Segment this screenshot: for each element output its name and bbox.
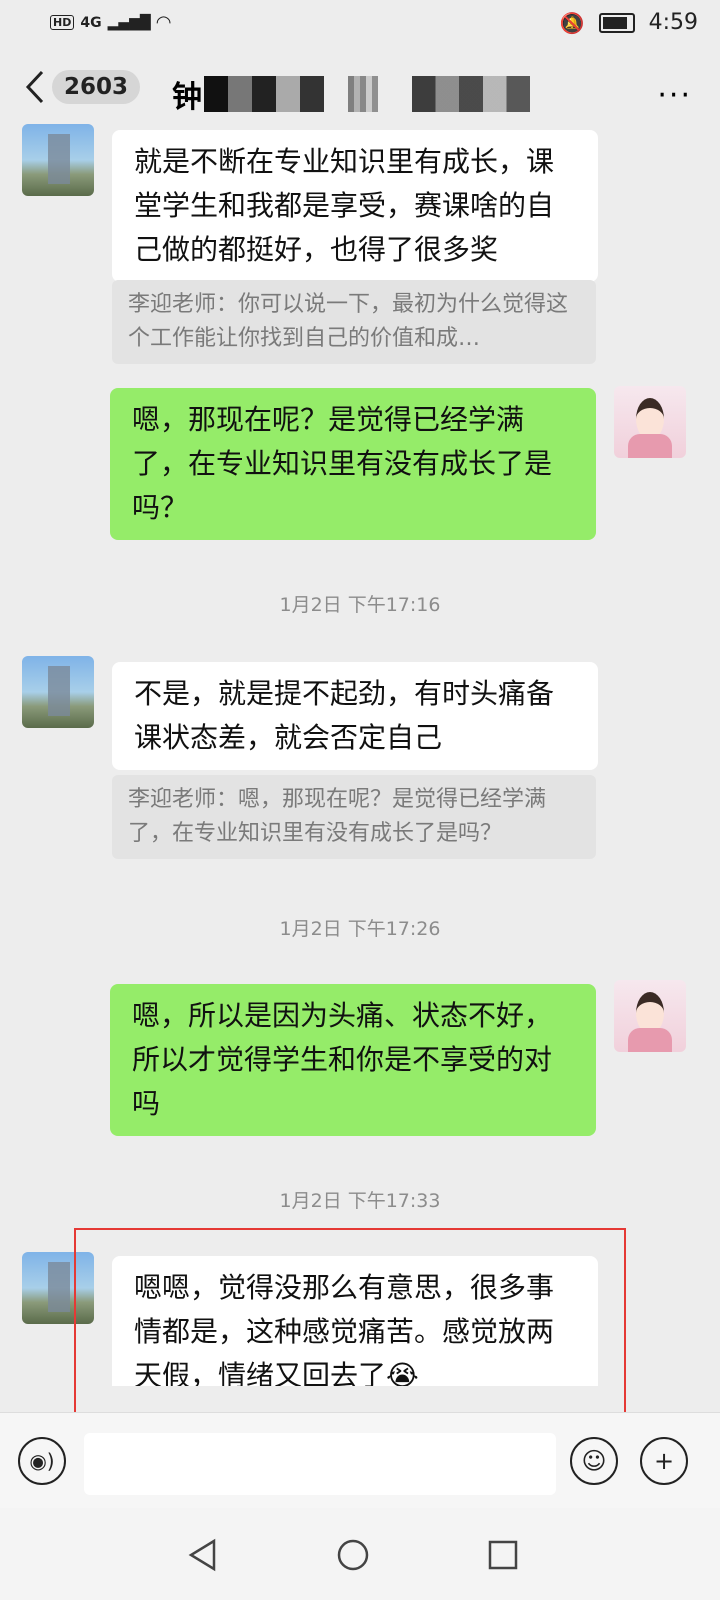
timestamp: 1月2日 下午17:26 [279, 918, 441, 940]
chat-title: 钟 [172, 72, 530, 116]
signal-icon: ▂▄▆█ [107, 14, 151, 31]
status-right: 🔕 4:59 [560, 10, 698, 35]
smiley-icon: ☺ [581, 1447, 607, 1475]
emoji-button[interactable]: ☺ [570, 1437, 618, 1485]
message-bubble-received[interactable]: 不是，就是提不起劲，有时头痛备课状态差，就会否定自己 [112, 662, 598, 770]
my-avatar[interactable] [614, 386, 686, 458]
message-bubble-sent[interactable]: 嗯，所以是因为头痛、状态不好，所以才觉得学生和你是不享受的对吗 [110, 984, 596, 1136]
chat-header: 2603 钟 ··· [0, 48, 720, 134]
chat-title-text: 钟 [172, 80, 202, 115]
highlight-box [74, 1228, 626, 1424]
nav-back-icon[interactable] [186, 1538, 220, 1572]
message-bubble-received[interactable]: 就是不断在专业知识里有成长，课堂学生和我都是享受，赛课啥的自己做的都挺好，也得了… [112, 130, 598, 282]
more-button[interactable]: + [640, 1437, 688, 1485]
contact-avatar[interactable] [22, 656, 94, 728]
contact-avatar[interactable] [22, 124, 94, 196]
more-options-button[interactable]: ··· [657, 78, 692, 113]
message-bubble-sent[interactable]: 嗯，那现在呢？是觉得已经学满了，在专业知识里有没有成长了是吗？ [110, 388, 596, 540]
redacted-name-block [204, 76, 324, 112]
hd-indicator: HD [50, 15, 75, 30]
redacted-name-block-3 [412, 76, 530, 112]
status-bar: HD 4G ▂▄▆█ ◠ 🔕 4:59 [0, 0, 720, 48]
timestamp: 1月2日 下午17:16 [279, 594, 441, 616]
wifi-icon: ◠ [156, 12, 171, 33]
redacted-name-block-2 [348, 76, 378, 112]
back-button[interactable]: 2603 [24, 70, 141, 104]
input-bar: ◉) ☺ + [0, 1412, 720, 1509]
quoted-message[interactable]: 李迎老师：你可以说一下，最初为什么觉得这个工作能让你找到自己的价值和成… [112, 280, 596, 364]
message-input[interactable] [84, 1433, 556, 1495]
nav-home-icon[interactable] [336, 1538, 370, 1572]
mute-bell-icon: 🔕 [559, 10, 585, 35]
status-time: 4:59 [648, 10, 698, 35]
quoted-message[interactable]: 李迎老师：嗯，那现在呢？是觉得已经学满了，在专业知识里有没有成长了是吗？ [112, 775, 596, 859]
chevron-left-icon [25, 70, 44, 104]
voice-button[interactable]: ◉) [18, 1437, 66, 1485]
timestamp: 1月2日 下午17:33 [279, 1190, 441, 1212]
status-left: HD 4G ▂▄▆█ ◠ [50, 12, 171, 33]
plus-icon: + [653, 1447, 675, 1475]
system-nav-bar [0, 1508, 720, 1600]
nav-recents-icon[interactable] [486, 1538, 520, 1572]
unread-count-badge: 2603 [52, 70, 141, 104]
my-avatar[interactable] [614, 980, 686, 1052]
battery-icon [598, 12, 635, 33]
network-type: 4G [80, 14, 102, 31]
voice-icon: ◉) [29, 1449, 55, 1473]
